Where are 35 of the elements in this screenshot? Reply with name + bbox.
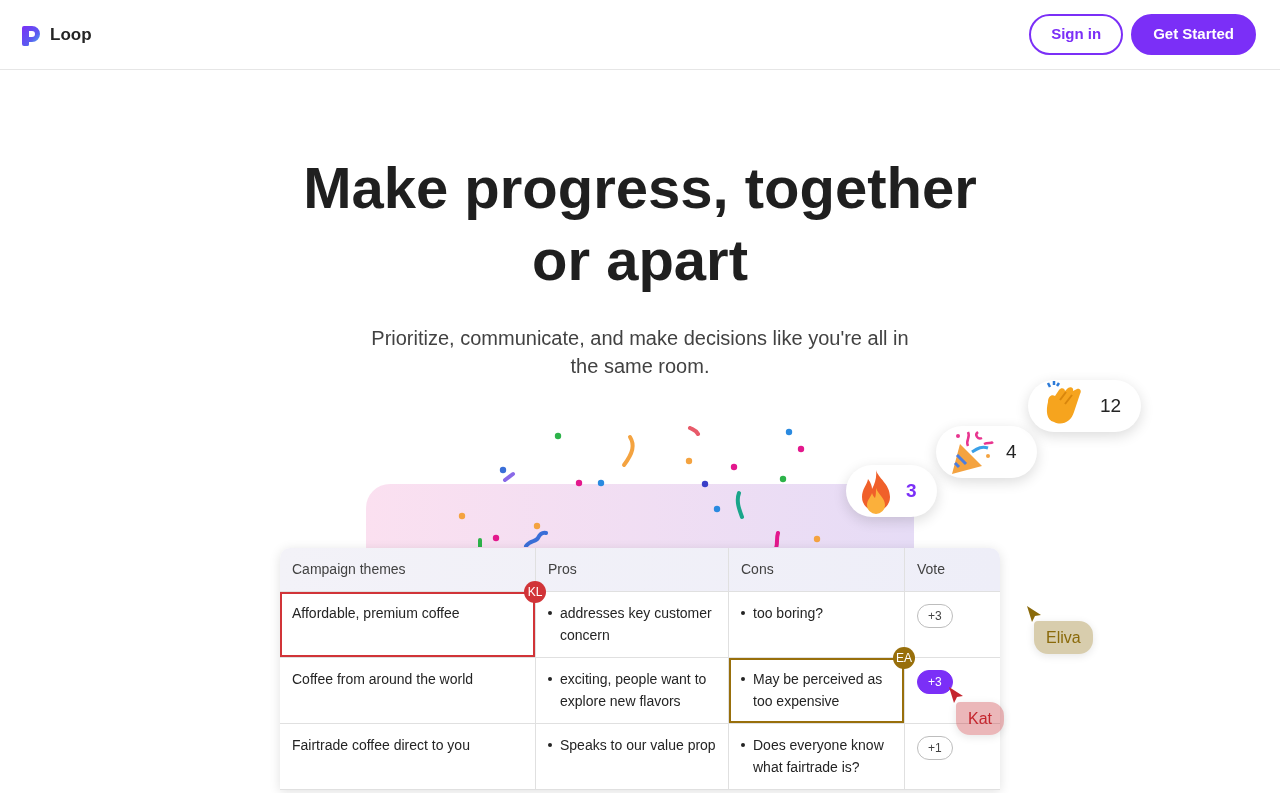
list-item-text: exciting, people want to explore new flavors: [560, 670, 708, 711]
theme-text: Fairtrade coffee direct to you: [292, 737, 470, 753]
bullet-icon: [741, 611, 745, 615]
list-item-text: addresses key customer concern: [560, 604, 713, 645]
theme-text: Coffee from around the world: [292, 671, 474, 687]
collaborator-avatar: EA: [893, 647, 915, 669]
vote-button[interactable]: +3: [917, 670, 953, 694]
brand-name: Loop: [50, 23, 92, 46]
list-item-text: May be perceived as too expensive: [753, 670, 884, 711]
list-item-text: Speaks to our value prop: [560, 736, 716, 755]
reaction-count: 3: [906, 478, 917, 503]
bullet-icon: [741, 743, 745, 747]
list-item-text: too boring?: [753, 604, 824, 623]
bullet-icon: [548, 743, 552, 747]
hero-subtitle: Prioritize, communicate, and make decisions like you're all in the same room.: [370, 326, 910, 379]
column-header: Vote: [916, 560, 947, 579]
reaction-count: 4: [1006, 439, 1017, 464]
reaction-count: 12: [1100, 393, 1122, 418]
vote-button[interactable]: +3: [917, 604, 953, 628]
loop-logo-icon: [20, 23, 42, 46]
hero-heading: Make progress, together or apart: [303, 154, 977, 294]
reaction-pill[interactable]: 12: [1028, 380, 1142, 432]
theme-text: Affordable, premium coffee: [292, 605, 460, 621]
bullet-icon: [548, 677, 552, 681]
cursor-name-tag: Eliva: [1034, 621, 1093, 654]
column-header: Cons: [729, 548, 905, 591]
reaction-pill[interactable]: 3: [846, 465, 937, 517]
get-started-button[interactable]: Get Started: [1131, 14, 1256, 55]
bullet-icon: [741, 677, 745, 681]
vote-button[interactable]: +1: [917, 736, 953, 760]
list-item-text: Does everyone know what fairtrade is?: [753, 736, 885, 777]
cursor-name-tag: Kat: [956, 702, 1004, 735]
sign-in-button[interactable]: Sign in: [1029, 14, 1124, 55]
reaction-pill[interactable]: 4: [936, 426, 1037, 478]
bullet-icon: [548, 611, 552, 615]
